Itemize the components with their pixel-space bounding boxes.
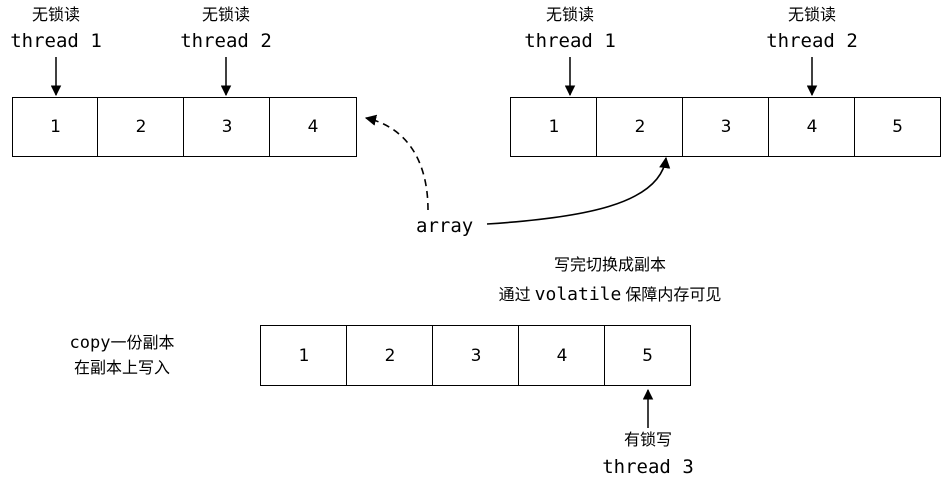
old-array-dashed-arrow [364, 114, 429, 211]
new-array-arrow [486, 156, 671, 225]
diagram-canvas: 无锁读 thread 1 无锁读 thread 2 1 2 3 4 无锁读 th… [0, 0, 946, 480]
arrows-layer [50, 57, 818, 428]
